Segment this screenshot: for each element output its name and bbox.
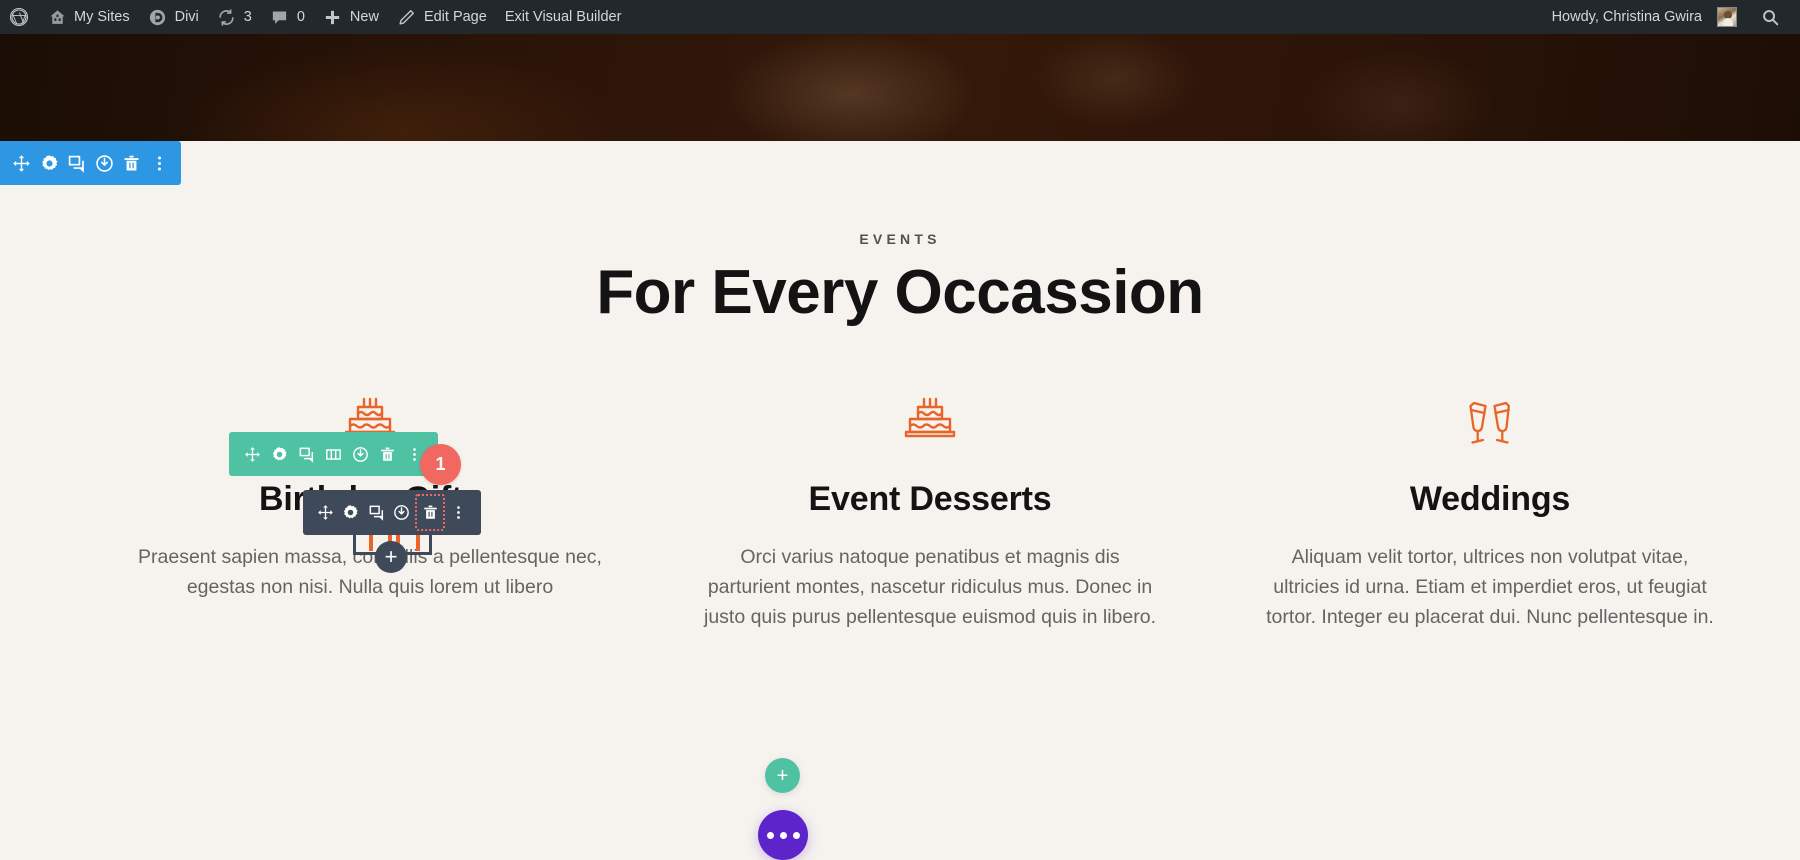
gear-icon[interactable] [268,443,290,465]
move-icon [314,502,336,524]
module-toolbar-more[interactable] [447,496,471,529]
howdy-label: Howdy, Christina Gwira [1551,9,1702,25]
module-toolbar-move[interactable] [313,496,337,529]
feature-title: Weddings [1409,480,1571,518]
adminbar-item-my-sites[interactable]: My Sites [38,0,139,34]
plus-icon [323,7,343,27]
row-toolbar[interactable] [229,432,438,476]
divi-icon [148,7,168,27]
hero-background-image [0,34,1800,141]
sites-icon [47,7,67,27]
cake-candle [416,533,420,551]
avatar [1717,7,1737,27]
feature-body: Orci varius natoque penatibus et magnis … [703,546,1157,628]
champagne-toast-icon [1230,386,1750,458]
duplicate-icon [365,502,387,524]
cake-candle [369,533,373,551]
duplicate-icon[interactable] [295,443,317,465]
gear-icon[interactable] [38,152,60,174]
adminbar-item-search[interactable] [1746,0,1792,34]
adminbar-item-my-account[interactable]: Howdy, Christina Gwira [1543,0,1746,34]
status-badge: 1 [420,444,461,485]
move-icon[interactable] [241,443,263,465]
trash-icon[interactable] [377,443,399,465]
feature-columns-row: Birthday Gifts Praesent sapien massa, co… [0,386,1800,632]
more-horizontal-icon [766,831,774,839]
add-row-button[interactable]: + [765,758,800,793]
adminbar-label-comments: 0 [296,9,305,25]
visual-builder-canvas: EVENTS For Every Occassion Birthday Gift… [0,141,1800,860]
adminbar-label-updates: 3 [243,9,252,25]
power-icon [391,502,413,524]
duplicate-icon[interactable] [66,152,88,174]
adminbar-item-divi[interactable]: Divi [139,0,208,34]
module-toolbar-delete[interactable] [415,494,446,531]
adminbar-item-edit-page[interactable]: Edit Page [388,0,496,34]
more-horizontal-icon [779,831,787,839]
add-module-button[interactable]: + [375,541,407,573]
adminbar-label-my-sites: My Sites [74,9,130,25]
admin-bar-right-group: Howdy, Christina Gwira [1543,0,1800,34]
more-horizontal-icon [792,831,800,839]
adminbar-item-updates[interactable]: 3 [208,0,261,34]
adminbar-item-comments[interactable]: 0 [261,0,314,34]
pencil-icon [397,7,417,27]
adminbar-label-new: New [349,9,379,25]
section-eyebrow: EVENTS [859,231,941,247]
module-toolbar[interactable] [303,490,481,535]
gear-icon [340,502,362,524]
module-toolbar-duplicate[interactable] [364,496,388,529]
trash-icon [419,502,441,524]
feature-column-event-desserts[interactable]: Event Desserts Orci varius natoque penat… [670,386,1190,632]
search-icon [1760,7,1780,27]
more-vertical-icon[interactable] [148,152,170,174]
updates-icon [217,7,237,27]
comment-icon [270,7,290,27]
feature-column-weddings[interactable]: Weddings Aliquam velit tortor, ultrices … [1230,386,1750,632]
adminbar-label-edit-page: Edit Page [423,9,487,25]
section-toolbar[interactable] [0,141,181,185]
section-title: For Every Occassion [596,258,1204,327]
feature-body: Aliquam velit tortor, ultrices non volut… [1266,546,1714,628]
more-vertical-icon [448,502,470,524]
adminbar-item-new[interactable]: New [314,0,388,34]
wordpress-icon [9,7,29,27]
feature-title: Event Desserts [808,480,1052,518]
module-toolbar-disable[interactable] [390,496,414,529]
visual-builder-fab[interactable] [758,810,808,860]
adminbar-item-wp-logo[interactable] [0,0,38,34]
module-toolbar-settings[interactable] [339,496,363,529]
columns-icon[interactable] [322,443,344,465]
adminbar-label-divi: Divi [174,9,199,25]
wp-admin-bar: My Sites Divi 3 0 New Edit Page Exit Vis… [0,0,1800,34]
move-icon[interactable] [11,152,33,174]
adminbar-label-exit-visual-builder: Exit Visual Builder [504,9,622,25]
power-icon[interactable] [350,443,372,465]
power-icon[interactable] [93,152,115,174]
trash-icon[interactable] [121,152,143,174]
birthday-cake-icon [670,386,1190,458]
adminbar-item-exit-visual-builder[interactable]: Exit Visual Builder [496,0,631,34]
admin-bar-left-group: My Sites Divi 3 0 New Edit Page Exit Vis… [0,0,630,34]
